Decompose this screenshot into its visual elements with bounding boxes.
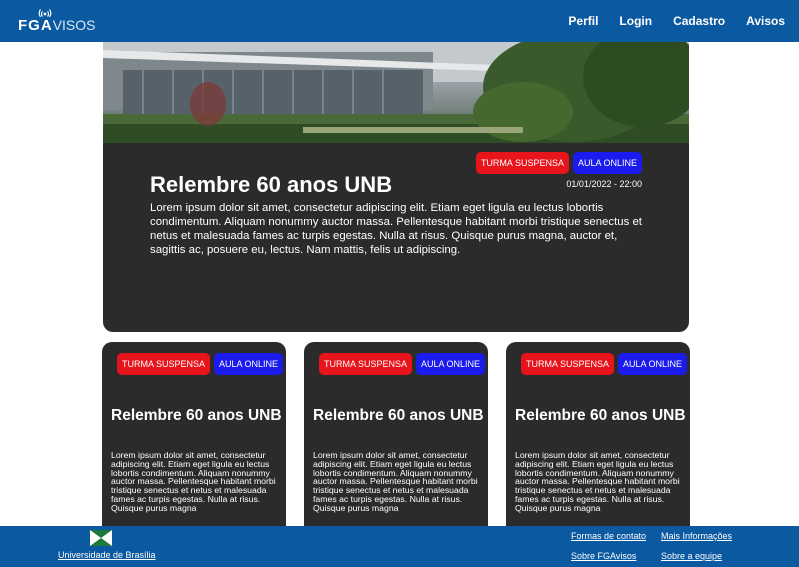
badge-aula-online[interactable]: AULA ONLINE	[572, 152, 642, 174]
badge-aula-online[interactable]: AULA ONLINE	[416, 353, 486, 375]
featured-notice-card[interactable]: TURMA SUSPENSA AULA ONLINE 01/01/2022 - …	[103, 42, 689, 332]
card-text: Lorem ipsum dolor sit amet, consectetur …	[313, 450, 478, 513]
badge-turma-suspensa[interactable]: TURMA SUSPENSA	[117, 353, 211, 375]
notice-card[interactable]: TURMA SUSPENSA AULA ONLINE Relembre 60 a…	[102, 342, 286, 537]
fgavisos-logo[interactable]: FG A VISOS	[18, 9, 95, 33]
card-title: Relembre 60 anos UNB	[313, 407, 484, 424]
footer-link-sobre-equipe[interactable]: Sobre a equipe	[661, 551, 722, 561]
notice-date: 01/01/2022 - 22:00	[566, 179, 642, 189]
card-text: Lorem ipsum dolor sit amet, consectetur …	[111, 450, 276, 513]
unb-building-photo	[103, 42, 689, 143]
nav-links: Perfil Login Cadastro Avisos	[568, 0, 785, 42]
hero-badges: TURMA SUSPENSA AULA ONLINE	[475, 152, 642, 174]
notice-card[interactable]: TURMA SUSPENSA AULA ONLINE Relembre 60 a…	[304, 342, 488, 537]
card-badges: TURMA SUSPENSA AULA ONLINE	[117, 353, 284, 375]
card-title: Relembre 60 anos UNB	[111, 407, 282, 424]
logo-visos-text: VISOS	[52, 17, 96, 33]
building-illustration	[103, 42, 689, 143]
notice-card[interactable]: TURMA SUSPENSA AULA ONLINE Relembre 60 a…	[506, 342, 690, 537]
footer-link-contato[interactable]: Formas de contato	[571, 531, 646, 541]
logo-a-text: A	[38, 9, 52, 33]
badge-aula-online[interactable]: AULA ONLINE	[618, 353, 688, 375]
unb-link[interactable]: Universidade de Brasília	[58, 550, 156, 560]
nav-link-login[interactable]: Login	[619, 14, 652, 28]
nav-link-avisos[interactable]: Avisos	[746, 14, 785, 28]
nav-link-perfil[interactable]: Perfil	[568, 14, 598, 28]
signal-icon	[38, 9, 52, 17]
badge-aula-online[interactable]: AULA ONLINE	[214, 353, 284, 375]
footer: Universidade de Brasília Formas de conta…	[0, 526, 799, 567]
footer-link-sobre-fgavisos[interactable]: Sobre FGAvisos	[571, 551, 636, 561]
badge-turma-suspensa[interactable]: TURMA SUSPENSA	[475, 152, 569, 174]
card-title: Relembre 60 anos UNB	[515, 407, 686, 424]
badge-turma-suspensa[interactable]: TURMA SUSPENSA	[319, 353, 413, 375]
navbar: FG A VISOS Perfil Login Cadastro Avisos	[0, 0, 799, 42]
logo-fg-text: FG	[18, 17, 41, 34]
card-badges: TURMA SUSPENSA AULA ONLINE	[319, 353, 486, 375]
notice-text: Lorem ipsum dolor sit amet, consectetur …	[150, 202, 642, 256]
notice-title: Relembre 60 anos UNB	[150, 172, 393, 197]
card-badges: TURMA SUSPENSA AULA ONLINE	[521, 353, 688, 375]
unb-flag-icon	[90, 530, 112, 546]
nav-link-cadastro[interactable]: Cadastro	[673, 14, 725, 28]
badge-turma-suspensa[interactable]: TURMA SUSPENSA	[521, 353, 615, 375]
footer-link-mais-informacoes[interactable]: Mais Informações	[661, 531, 732, 541]
card-text: Lorem ipsum dolor sit amet, consectetur …	[515, 450, 680, 513]
